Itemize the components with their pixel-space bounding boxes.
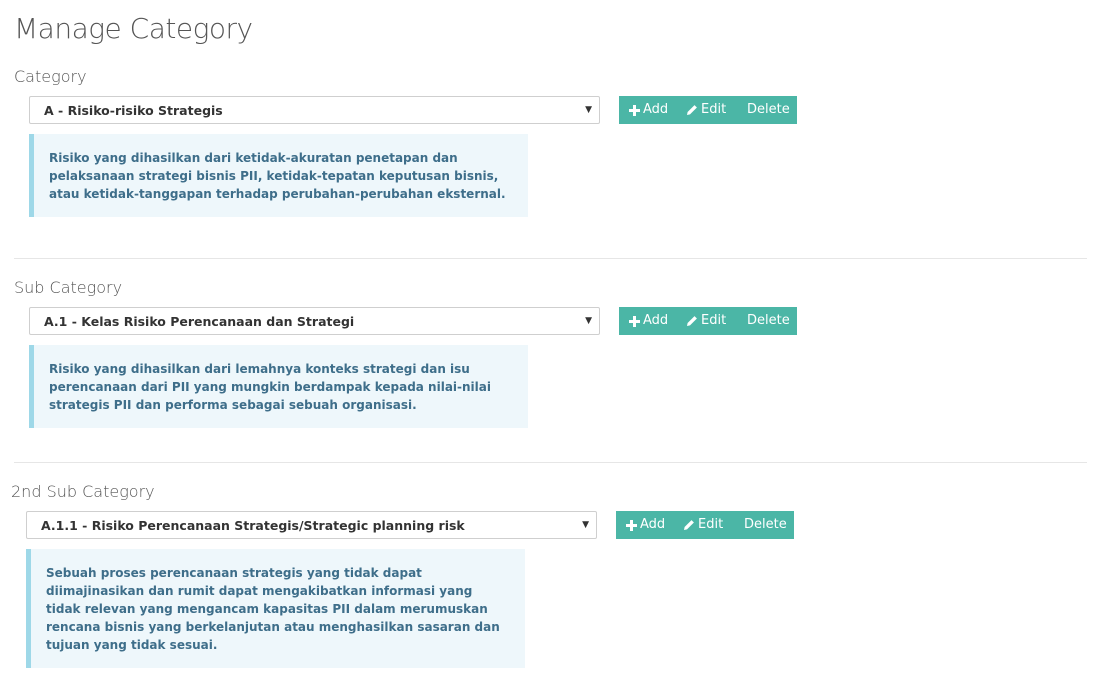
section-divider bbox=[14, 462, 1087, 463]
second-sub-category-edit-button[interactable]: Edit bbox=[675, 511, 738, 539]
pencil-icon bbox=[687, 105, 697, 115]
sub-category-label: Sub Category bbox=[14, 278, 123, 297]
delete-label: Delete bbox=[747, 313, 790, 328]
edit-label: Edit bbox=[698, 517, 724, 532]
pencil-icon bbox=[684, 520, 694, 530]
delete-label: Delete bbox=[747, 102, 790, 117]
category-description: Risiko yang dihasilkan dari ketidak-akur… bbox=[29, 134, 528, 217]
second-sub-category-select-value: A.1.1 - Risiko Perencanaan Strategis/Str… bbox=[41, 518, 465, 533]
edit-label: Edit bbox=[701, 102, 727, 117]
category-select-value: A - Risiko-risiko Strategis bbox=[44, 103, 223, 118]
sub-category-add-button[interactable]: Add bbox=[619, 307, 678, 335]
caret-down-icon: ▼ bbox=[585, 316, 592, 326]
second-sub-category-select[interactable]: A.1.1 - Risiko Perencanaan Strategis/Str… bbox=[26, 511, 597, 539]
edit-label: Edit bbox=[701, 313, 727, 328]
second-sub-category-label: 2nd Sub Category bbox=[11, 482, 155, 501]
add-label: Add bbox=[643, 313, 669, 328]
sub-category-actions: Add Edit Delete bbox=[619, 307, 797, 335]
add-label: Add bbox=[643, 102, 669, 117]
caret-down-icon: ▼ bbox=[585, 105, 592, 115]
second-sub-category-delete-button[interactable]: Delete bbox=[738, 511, 787, 539]
category-actions: Add Edit Delete bbox=[619, 96, 797, 124]
plus-icon bbox=[629, 315, 640, 327]
sub-category-delete-button[interactable]: Delete bbox=[741, 307, 790, 335]
second-sub-category-add-button[interactable]: Add bbox=[616, 511, 675, 539]
category-select[interactable]: A - Risiko-risiko Strategis ▼ bbox=[29, 96, 600, 124]
category-edit-button[interactable]: Edit bbox=[678, 96, 741, 124]
page-title: Manage Category bbox=[14, 12, 253, 45]
sub-category-select[interactable]: A.1 - Kelas Risiko Perencanaan dan Strat… bbox=[29, 307, 600, 335]
delete-label: Delete bbox=[744, 517, 787, 532]
caret-down-icon: ▼ bbox=[582, 520, 589, 530]
pencil-icon bbox=[687, 316, 697, 326]
sub-category-description: Risiko yang dihasilkan dari lemahnya kon… bbox=[29, 345, 528, 428]
category-delete-button[interactable]: Delete bbox=[741, 96, 790, 124]
section-divider bbox=[14, 258, 1087, 259]
category-add-button[interactable]: Add bbox=[619, 96, 678, 124]
plus-icon bbox=[626, 519, 637, 531]
second-sub-category-description: Sebuah proses perencanaan strategis yang… bbox=[26, 549, 525, 668]
sub-category-select-value: A.1 - Kelas Risiko Perencanaan dan Strat… bbox=[44, 314, 355, 329]
category-label: Category bbox=[14, 67, 87, 86]
sub-category-edit-button[interactable]: Edit bbox=[678, 307, 741, 335]
add-label: Add bbox=[640, 517, 666, 532]
plus-icon bbox=[629, 104, 640, 116]
second-sub-category-actions: Add Edit Delete bbox=[616, 511, 794, 539]
